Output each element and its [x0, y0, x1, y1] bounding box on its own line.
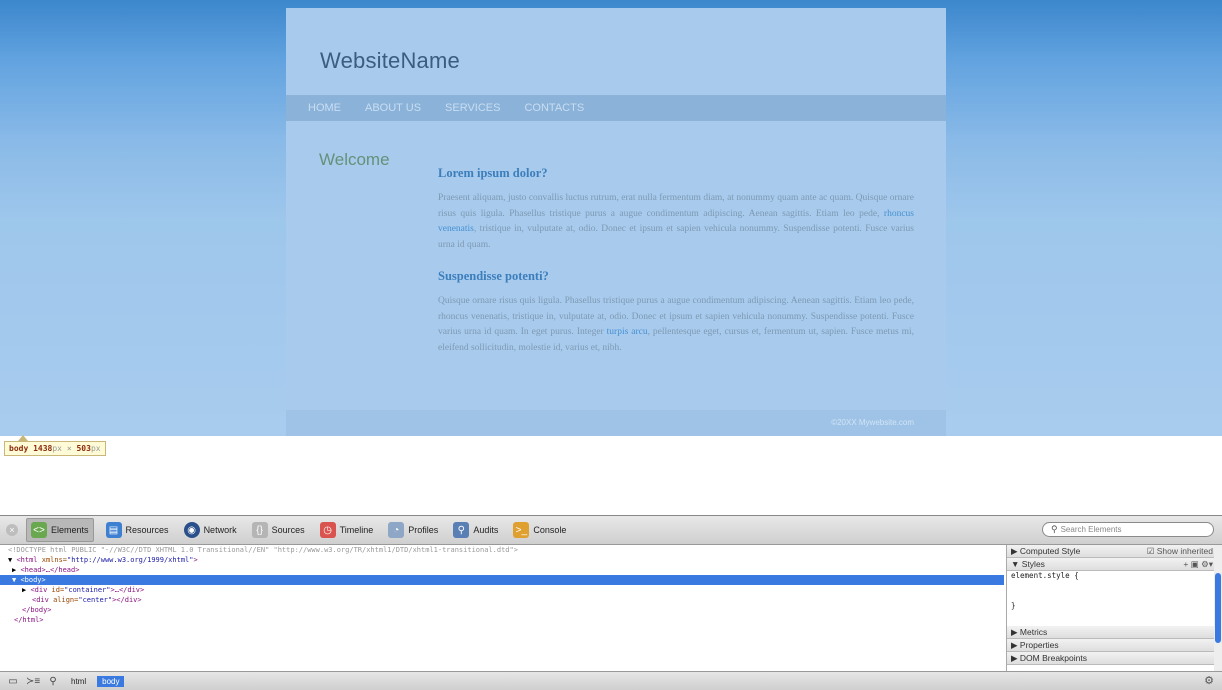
element-dimensions-tooltip: body 1438px × 503px: [4, 441, 106, 456]
dom-node-body-selected[interactable]: ▼ <body>: [0, 575, 1004, 585]
inspected-page: WebsiteName HOME ABOUT US SERVICES CONTA…: [0, 0, 1222, 436]
styles-sidebar: ▶ Computed Style ☑ Show inherited ▼ Style…: [1006, 545, 1217, 671]
tab-network[interactable]: ◉ Network: [181, 519, 240, 541]
settings-gear-icon[interactable]: ⚙: [1204, 674, 1214, 687]
properties-section[interactable]: ▶ Properties: [1007, 639, 1217, 652]
resources-icon: ▤: [105, 522, 122, 538]
tab-resources[interactable]: ▤ Resources: [103, 519, 172, 541]
tab-profiles[interactable]: ◔ Profiles: [385, 519, 441, 541]
element-style-close: }: [1011, 601, 1016, 610]
scrollbar-thumb[interactable]: [1215, 573, 1221, 643]
audits-icon: ⚲: [453, 522, 470, 538]
sources-icon: {}: [251, 522, 268, 538]
dom-node-body-close: </body>: [22, 606, 52, 614]
breadcrumb-body[interactable]: body: [97, 675, 125, 687]
dom-node-head[interactable]: ▶ <head>…</head>: [0, 565, 1004, 575]
search-icon: ⚲: [1051, 524, 1058, 534]
inspect-icon[interactable]: ⚲: [46, 676, 60, 687]
metrics-section[interactable]: ▶ Metrics: [1007, 626, 1217, 639]
tab-timeline[interactable]: ◷ Timeline: [317, 519, 377, 541]
dom-node-div-center[interactable]: <div align="center"></div>: [0, 595, 1004, 605]
devtools-panel: × <> Elements ▤ Resources ◉ Network {} Sourc…: [0, 515, 1222, 690]
computed-style-section[interactable]: ▶ Computed Style ☑ Show inherited: [1007, 545, 1217, 558]
search-elements-input[interactable]: ⚲ Search Elements: [1042, 522, 1214, 537]
breadcrumb-html[interactable]: html: [66, 676, 91, 687]
console-icon: >_: [513, 522, 530, 538]
dock-icon[interactable]: ▭: [6, 676, 20, 687]
console-drawer-icon[interactable]: ≻≡: [26, 676, 40, 687]
dom-node-div-container[interactable]: ▶ <div id="container">…</div>: [0, 585, 1004, 595]
tab-elements[interactable]: <> Elements: [26, 518, 94, 542]
dom-tree: <!DOCTYPE html PUBLIC "-//W3C//DTD XHTML…: [0, 545, 1004, 661]
tab-audits[interactable]: ⚲ Audits: [450, 519, 501, 541]
tab-console[interactable]: >_ Console: [510, 519, 569, 541]
network-icon: ◉: [183, 522, 200, 538]
styles-actions[interactable]: + ▣ ⚙▾: [1183, 558, 1213, 570]
profiles-icon: ◔: [388, 522, 405, 538]
devtools-toolbar: × <> Elements ▤ Resources ◉ Network {} Sourc…: [0, 516, 1222, 545]
styles-section[interactable]: ▼ Styles + ▣ ⚙▾: [1007, 558, 1217, 571]
dom-node-html-close: </html>: [14, 616, 44, 624]
close-devtools-icon[interactable]: ×: [6, 524, 18, 536]
elements-icon: <>: [31, 522, 47, 538]
element-style-rule[interactable]: element.style {: [1011, 571, 1217, 581]
dom-node-html[interactable]: ▼ <html xmlns="http://www.w3.org/1999/xh…: [0, 555, 1004, 565]
devtools-statusbar: ▭ ≻≡ ⚲ html body ⚙: [0, 671, 1222, 690]
dom-node-doctype[interactable]: <!DOCTYPE html PUBLIC "-//W3C//DTD XHTML…: [0, 545, 1004, 555]
tab-sources[interactable]: {} Sources: [249, 519, 308, 541]
dom-breakpoints-section[interactable]: ▶ DOM Breakpoints: [1007, 652, 1217, 665]
sidebar-scrollbar[interactable]: [1214, 545, 1222, 671]
show-inherited-checkbox[interactable]: ☑ Show inherited: [1147, 545, 1213, 557]
element-highlight-overlay: [0, 0, 1222, 436]
timeline-icon: ◷: [319, 522, 336, 538]
styles-body: element.style { }: [1007, 571, 1217, 626]
